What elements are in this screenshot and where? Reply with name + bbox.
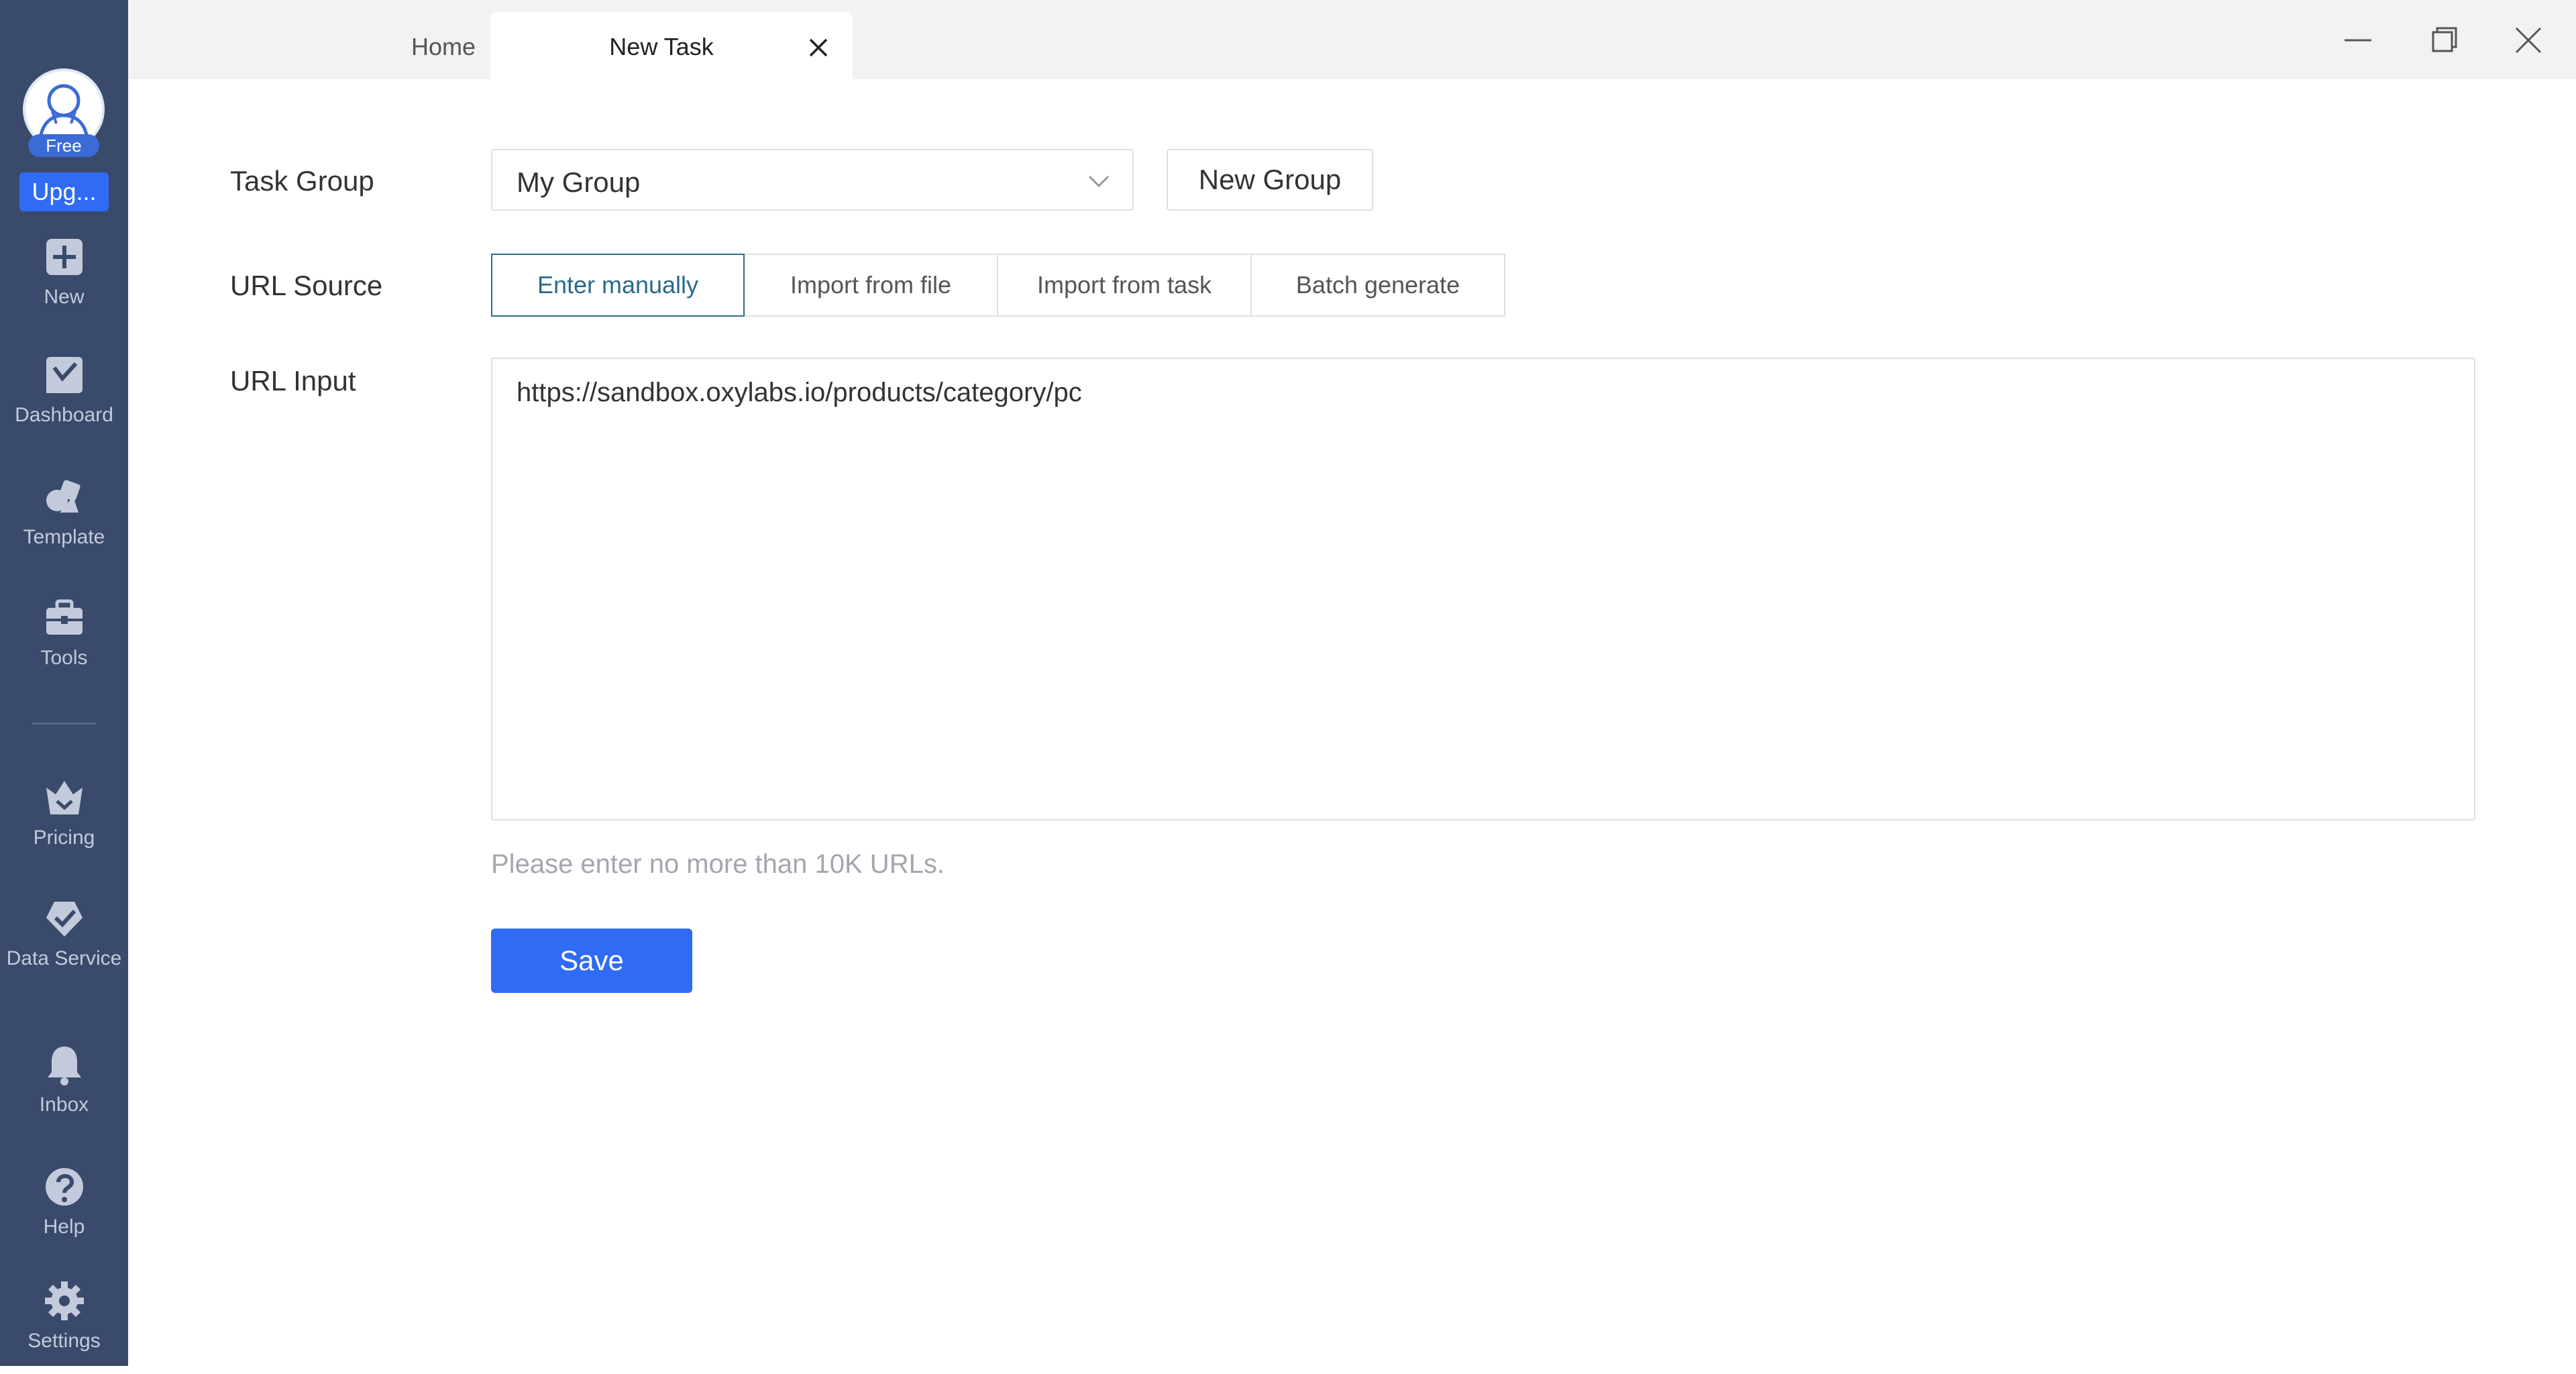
close-icon[interactable]: [807, 36, 830, 59]
task-group-value: My Group: [517, 166, 641, 198]
url-source-enter-manually[interactable]: Enter manually: [491, 254, 745, 317]
title-bar: Home New Task: [128, 0, 2576, 79]
url-input-label: URL Input: [230, 365, 356, 397]
sidebar-item-inbox[interactable]: Inbox: [0, 1044, 128, 1138]
template-icon: [46, 480, 80, 513]
sidebar-item-label: Dashboard: [15, 404, 113, 426]
tab-new-task[interactable]: New Task: [490, 12, 853, 79]
dashboard-icon: [46, 357, 83, 393]
sidebar-item-label: Data Service: [6, 947, 122, 969]
sidebar-item-tools[interactable]: Tools: [0, 597, 128, 691]
sidebar-item-new[interactable]: New: [0, 236, 128, 330]
sidebar-item-label: Template: [23, 526, 105, 548]
tab-label: New Task: [609, 33, 714, 60]
bell-icon: [48, 1047, 81, 1086]
sidebar-divider: [32, 723, 97, 725]
sidebar-item-label: Tools: [40, 647, 88, 669]
toolbox-icon: [46, 599, 83, 635]
sidebar: Free Upg... New Dashboard Template Tools…: [0, 0, 128, 1366]
url-input-value: https://sandbox.oxylabs.io/products/cate…: [517, 378, 1082, 407]
sidebar-item-label: Pricing: [33, 827, 95, 849]
task-group-select[interactable]: My Group: [491, 149, 1134, 211]
sidebar-item-pricing[interactable]: Pricing: [0, 777, 128, 871]
url-source-label: URL Source: [230, 270, 383, 301]
sidebar-item-label: Help: [43, 1216, 85, 1238]
chevron-down-icon: [1088, 175, 1110, 188]
minimize-icon[interactable]: [2338, 20, 2378, 60]
new-group-button[interactable]: New Group: [1167, 149, 1373, 211]
restore-icon[interactable]: [2424, 20, 2464, 60]
url-limit-hint: Please enter no more than 10K URLs.: [491, 849, 945, 879]
sidebar-item-label: Inbox: [39, 1094, 89, 1116]
heart-check-icon: [46, 902, 83, 937]
url-source-import-task[interactable]: Import from task: [997, 254, 1252, 317]
sidebar-item-label: New: [44, 286, 85, 308]
sidebar-item-help[interactable]: Help: [0, 1166, 128, 1260]
gear-icon: [45, 1281, 84, 1320]
upgrade-button[interactable]: Upg...: [19, 172, 109, 211]
sidebar-item-settings[interactable]: Settings: [0, 1280, 128, 1374]
sidebar-item-label: Settings: [28, 1330, 101, 1352]
sidebar-item-dashboard[interactable]: Dashboard: [0, 354, 128, 448]
task-group-label: Task Group: [230, 165, 374, 197]
plus-square-icon: [46, 239, 83, 275]
close-window-icon[interactable]: [2508, 20, 2548, 60]
sidebar-item-data-service[interactable]: Data Service: [0, 898, 128, 992]
url-source-import-file[interactable]: Import from file: [743, 254, 998, 317]
plan-badge: Free: [28, 134, 99, 157]
question-icon: [46, 1168, 83, 1206]
url-source-batch-generate[interactable]: Batch generate: [1250, 254, 1505, 317]
sidebar-item-template[interactable]: Template: [0, 476, 128, 570]
crown-icon: [46, 781, 83, 814]
url-input-textarea[interactable]: https://sandbox.oxylabs.io/products/cate…: [491, 358, 2475, 821]
save-button[interactable]: Save: [491, 929, 692, 993]
